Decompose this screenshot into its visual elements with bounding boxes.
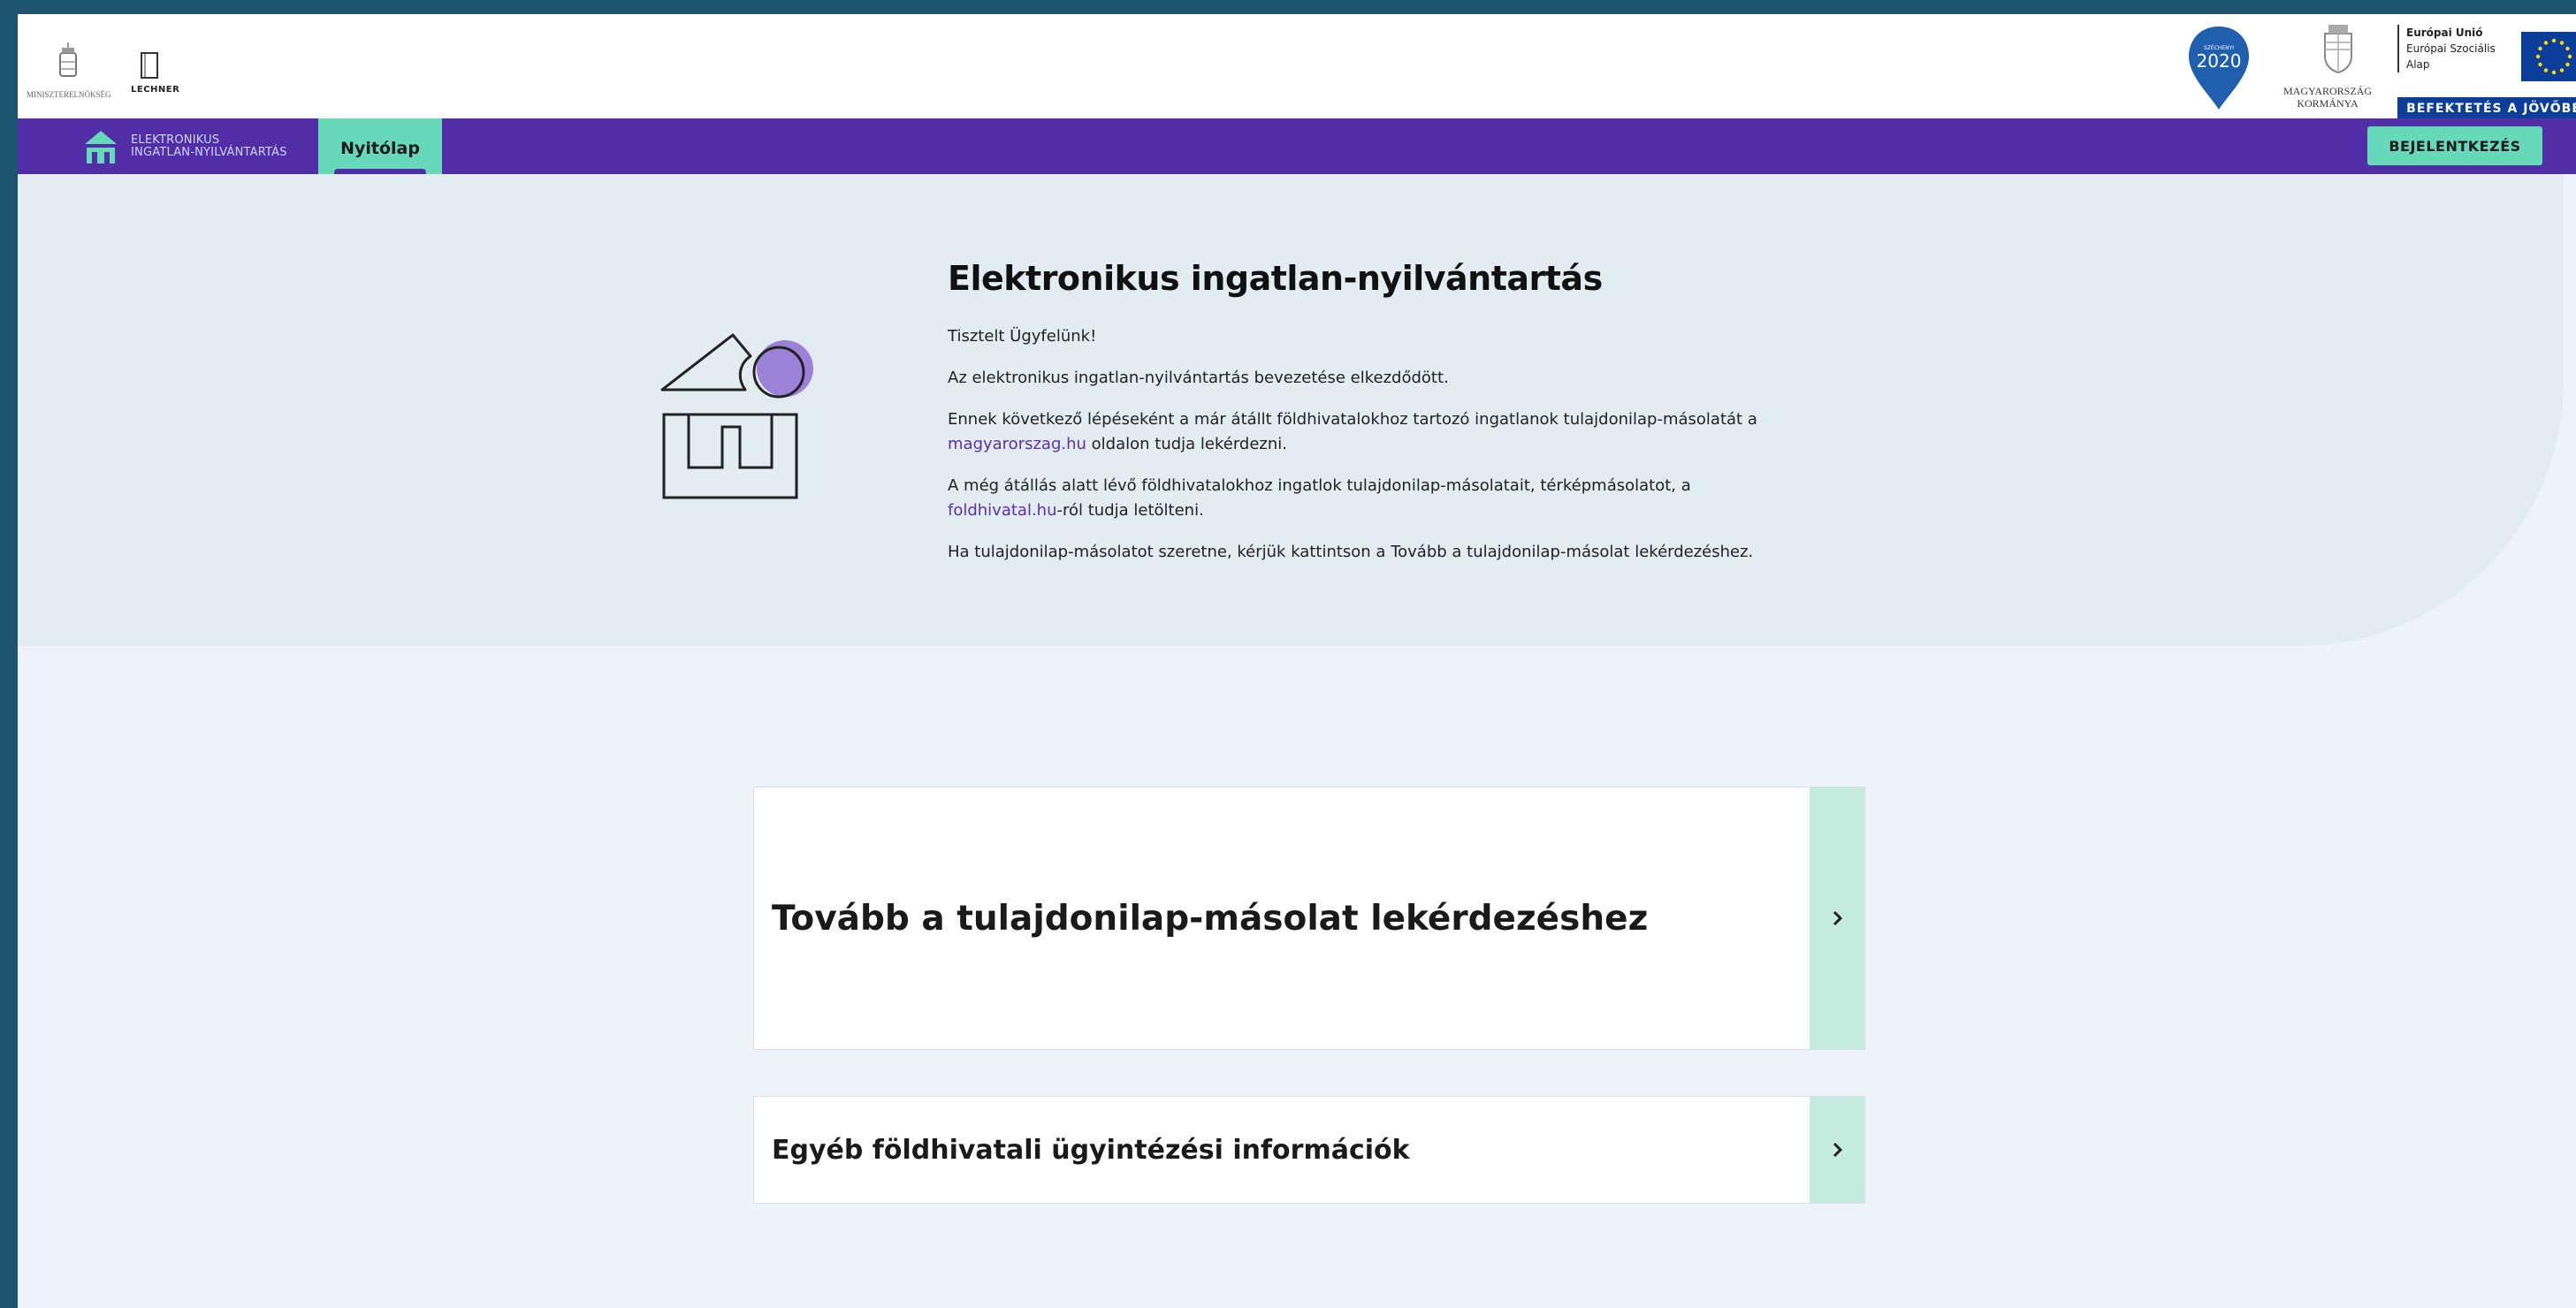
- brand-line1: ELEKTRONIKUS: [131, 133, 220, 147]
- eu-text: Európai Unió Európai Szociális Alap: [2397, 25, 2504, 72]
- lechner-label: LECHNER: [131, 85, 180, 95]
- hero-section: Elektronikus ingatlan-nyilvántartás Tisz…: [18, 174, 2564, 646]
- eu-line1: Európai Unió: [2406, 27, 2483, 39]
- foldhivatal-paragraph: A még átállás alatt lévő földhivatalokho…: [948, 474, 1796, 523]
- eu-line2: Európai Szociális: [2406, 42, 2496, 55]
- eu-banner: BEFEKTETÉS A JÖVŐBE: [2397, 97, 2576, 120]
- p2-text-before: Ennek következő lépéseként a már átállt …: [948, 410, 1757, 429]
- instruction-paragraph: Ha tulajdonilap-másolatot szeretne, kérj…: [948, 543, 1754, 561]
- property-sheet-query-card[interactable]: Tovább a tulajdonilap-másolat lekérdezés…: [753, 787, 1865, 1050]
- page-title: Elektronikus ingatlan-nyilvántartás: [948, 259, 1603, 298]
- magyarorszag-link[interactable]: magyarorszag.hu: [948, 435, 1086, 453]
- magyarorszag-paragraph: Ennek következő lépéseként a már átállt …: [948, 407, 1796, 457]
- ministry-logo: MINISZTERELNÖKSÉG: [27, 35, 111, 106]
- card-secondary-arrow[interactable]: [1810, 1097, 1864, 1203]
- card-main-arrow[interactable]: [1810, 787, 1864, 1049]
- brand-text: ELEKTRONIKUS INGATLAN-NYILVÁNTARTÁS: [131, 134, 287, 159]
- browser-viewport: MINISZTERELNÖKSÉG LECHNER SZÉCHENYI 2020: [18, 14, 2576, 1308]
- map-pin-2020-icon: SZÉCHENYI 2020: [2189, 27, 2249, 110]
- ministry-caption: MINISZTERELNÖKSÉG: [27, 90, 111, 99]
- intro-paragraph: Az elektronikus ingatlan-nyilvántartás b…: [948, 369, 1449, 387]
- government-label: MAGYARORSZÁG KORMÁNYA: [2270, 85, 2385, 110]
- eu-flag-icon: [2521, 32, 2576, 81]
- site-brand-link[interactable]: ELEKTRONIKUS INGATLAN-NYILVÁNTARTÁS: [83, 127, 287, 166]
- lechner-building-icon: [141, 52, 158, 79]
- government-line1: MAGYARORSZÁG: [2283, 85, 2372, 97]
- hero-text: Elektronikus ingatlan-nyilvántartás Tisz…: [948, 259, 1796, 582]
- other-info-card[interactable]: Egyéb földhivatali ügyintézési informáci…: [753, 1096, 1865, 1204]
- abstract-house-icon: [660, 333, 813, 499]
- p3-text-after: -ról tudja letölteni.: [1056, 501, 1204, 520]
- p3-text-before: A még átállás alatt lévő földhivatalokho…: [948, 476, 1691, 495]
- greeting-text: Tisztelt Ügyfelünk!: [948, 327, 1097, 346]
- chevron-right-icon: [1833, 1142, 1842, 1158]
- foldhivatal-link[interactable]: foldhivatal.hu: [948, 501, 1057, 520]
- card-main-label: Tovább a tulajdonilap-másolat lekérdezés…: [772, 898, 1649, 939]
- tab-home[interactable]: Nyitólap: [318, 118, 442, 174]
- coat-of-arms-icon: [2324, 25, 2352, 74]
- eu-line3: Alap: [2406, 58, 2430, 71]
- brand-line2: INGATLAN-NYILVÁNTARTÁS: [131, 146, 287, 159]
- p2-text-after: oldalon tudja lekérdezni.: [1086, 435, 1287, 453]
- government-line2: KORMÁNYA: [2297, 97, 2359, 110]
- main-navbar: ELEKTRONIKUS INGATLAN-NYILVÁNTARTÁS Nyit…: [18, 118, 2576, 174]
- badge-year-text: 2020: [2197, 50, 2242, 72]
- top-header: MINISZTERELNÖKSÉG LECHNER SZÉCHENYI 2020: [18, 14, 2576, 120]
- card-secondary-label: Egyéb földhivatali ügyintézési informáci…: [772, 1134, 1410, 1166]
- hero-illustration: [657, 316, 834, 510]
- home-building-icon: [85, 131, 117, 164]
- lechner-logo: LECHNER: [113, 37, 179, 101]
- login-button[interactable]: BEJELENTKEZÉS: [2367, 126, 2542, 165]
- chevron-right-icon: [1833, 910, 1842, 926]
- eu-funding-logo: Európai Unió Európai Szociális Alap BEFE…: [2380, 25, 2576, 120]
- szechenyi-2020-badge: SZÉCHENYI 2020: [2184, 23, 2254, 113]
